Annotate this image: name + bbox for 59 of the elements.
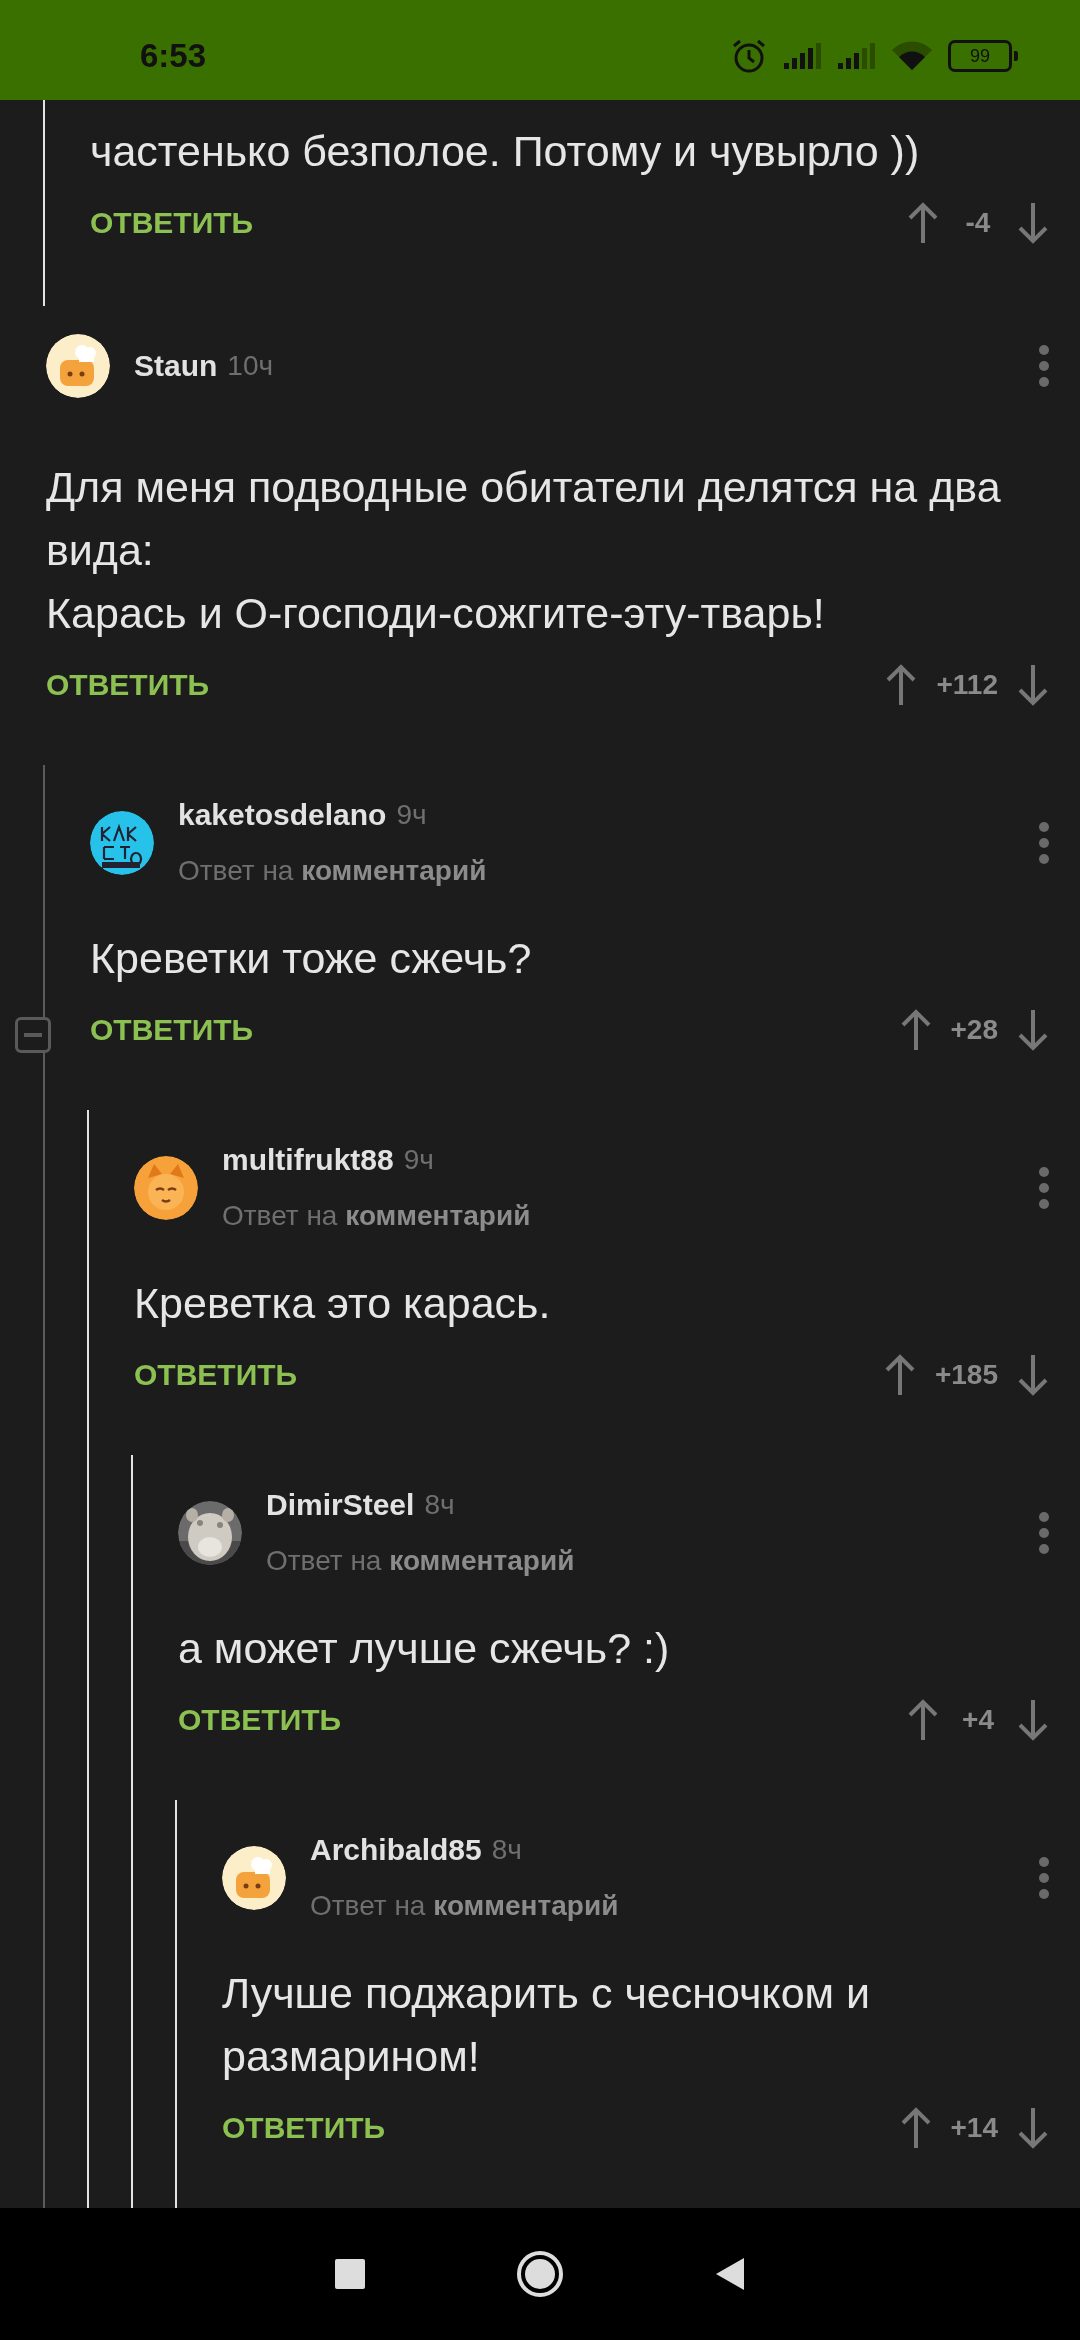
wifi-icon bbox=[890, 40, 934, 72]
comment-text: Креветка это карась. bbox=[134, 1278, 552, 1329]
reply-to-link[interactable]: Ответ на комментарий bbox=[178, 849, 1038, 893]
comment-time: 9ч bbox=[396, 799, 427, 831]
downvote-icon[interactable] bbox=[1016, 201, 1050, 245]
comment-time: 8ч bbox=[491, 1834, 522, 1866]
comment-text: Лучше поджарить с чесночком и размарином! bbox=[222, 1968, 872, 2082]
vote-score: -4 bbox=[964, 207, 992, 239]
reply-to-link[interactable]: Ответ на комментарий bbox=[222, 1194, 1038, 1238]
reply-button[interactable]: ОТВЕТИТЬ bbox=[222, 2111, 386, 2145]
avatar-icon bbox=[46, 334, 110, 398]
battery-indicator: 99 bbox=[948, 40, 1018, 72]
comment-text: Креветки тоже сжечь? bbox=[90, 933, 533, 984]
reply-button[interactable]: ОТВЕТИТЬ bbox=[134, 1358, 298, 1392]
upvote-icon[interactable] bbox=[906, 1698, 940, 1742]
back-icon[interactable] bbox=[714, 2256, 746, 2292]
reply-button[interactable]: ОТВЕТИТЬ bbox=[90, 1013, 254, 1047]
avatar-icon bbox=[134, 1156, 198, 1220]
comment-time: 9ч bbox=[403, 1144, 434, 1176]
downvote-icon[interactable] bbox=[1016, 1008, 1050, 1052]
comment-text: Для меня подводные обитатели делятся на два вида: Карась и О-господи-сожгите-эту-тварь! bbox=[46, 462, 1002, 639]
more-icon[interactable] bbox=[1038, 1856, 1050, 1900]
downvote-icon[interactable] bbox=[1016, 2106, 1050, 2150]
more-icon[interactable] bbox=[1038, 821, 1050, 865]
more-icon[interactable] bbox=[1038, 1511, 1050, 1555]
vote-score: +112 bbox=[936, 669, 998, 701]
comment-text: частенько безполое. Потому и чувырло )) bbox=[90, 126, 921, 177]
avatar-icon bbox=[222, 1846, 286, 1910]
comment-text: а может лучше сжечь? :) bbox=[178, 1623, 671, 1674]
downvote-icon[interactable] bbox=[1016, 663, 1050, 707]
downvote-icon[interactable] bbox=[1016, 1353, 1050, 1397]
avatar-icon bbox=[90, 811, 154, 875]
signal-icon bbox=[782, 41, 822, 71]
comment-time: 8ч bbox=[424, 1489, 455, 1521]
more-icon[interactable] bbox=[1038, 1166, 1050, 1210]
author-name[interactable]: kaketosdelano bbox=[178, 798, 387, 832]
author-name[interactable]: multifrukt88 bbox=[222, 1143, 394, 1177]
downvote-icon[interactable] bbox=[1016, 1698, 1050, 1742]
status-time: 6:53 bbox=[140, 37, 207, 75]
upvote-icon[interactable] bbox=[906, 201, 940, 245]
more-icon[interactable] bbox=[1038, 344, 1050, 388]
vote-score: +14 bbox=[950, 2112, 998, 2144]
collapse-toggle[interactable] bbox=[15, 1017, 51, 1053]
comment-time: 10ч bbox=[227, 350, 274, 382]
reply-to-link[interactable]: Ответ на комментарий bbox=[310, 1884, 1038, 1928]
author-name[interactable]: Staun bbox=[134, 349, 218, 383]
reply-to-link[interactable]: Ответ на комментарий bbox=[266, 1539, 1038, 1583]
reply-button[interactable]: ОТВЕТИТЬ bbox=[178, 1703, 342, 1737]
vote-score: +185 bbox=[934, 1359, 998, 1391]
author-name[interactable]: Archibald85 bbox=[310, 1833, 482, 1867]
reply-button[interactable]: ОТВЕТИТЬ bbox=[90, 206, 254, 240]
recents-icon[interactable] bbox=[334, 2258, 366, 2290]
vote-score: +4 bbox=[961, 1704, 995, 1736]
reply-button[interactable]: ОТВЕТИТЬ bbox=[46, 668, 210, 702]
author-name[interactable]: DimirSteel bbox=[266, 1488, 415, 1522]
vote-score: +28 bbox=[950, 1014, 998, 1046]
home-icon[interactable] bbox=[516, 2250, 564, 2298]
alarm-icon bbox=[730, 38, 768, 74]
signal-icon bbox=[836, 41, 876, 71]
